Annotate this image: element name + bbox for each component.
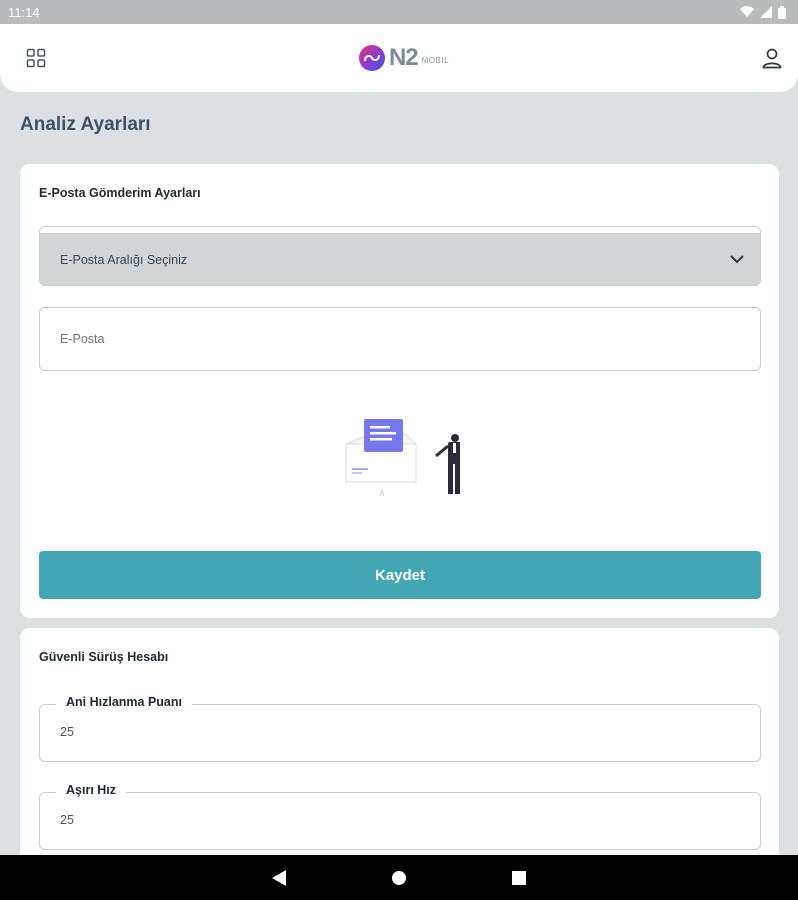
chevron-down-icon [730, 253, 744, 267]
safe-driving-title: Güvenli Sürüş Hesabı [39, 650, 169, 664]
navigation-bar [0, 855, 798, 900]
logo-subtext: MOBIL [421, 55, 450, 65]
sudden-acceleration-label: Ani Hızlanma Puanı [56, 695, 192, 709]
email-interval-select-wrapper: E-Posta Aralığı Seçiniz [39, 226, 761, 286]
sudden-acceleration-field[interactable]: Ani Hızlanma Puanı 25 [39, 695, 761, 762]
status-bar: 11:14 [0, 0, 798, 24]
email-input[interactable] [39, 307, 761, 371]
wifi-icon [740, 6, 754, 18]
safe-driving-card: Güvenli Sürüş Hesabı Ani Hızlanma Puanı … [20, 628, 779, 868]
home-icon[interactable] [389, 868, 409, 888]
email-interval-select[interactable]: E-Posta Aralığı Seçiniz [40, 233, 760, 285]
app-logo: N2 MOBIL [358, 44, 450, 72]
email-settings-title: E-Posta Gömderim Ayarları [39, 186, 201, 200]
overspeed-value: 25 [60, 813, 74, 827]
overspeed-field[interactable]: Aşırı Hız 25 [39, 783, 761, 850]
back-icon[interactable] [269, 868, 289, 888]
logo-mark-icon [358, 45, 385, 71]
save-button[interactable]: Kaydet [39, 551, 761, 599]
email-settings-card: E-Posta Gömderim Ayarları E-Posta Aralığ… [20, 164, 779, 618]
page-title: Analiz Ayarları [20, 114, 151, 135]
status-icons [740, 5, 786, 19]
apps-grid-icon[interactable] [24, 46, 48, 70]
email-interval-select-value: E-Posta Aralığı Seçiniz [60, 253, 188, 267]
app-header: N2 MOBIL [0, 24, 798, 92]
sudden-acceleration-value: 25 [60, 725, 74, 739]
user-icon[interactable] [760, 46, 784, 70]
battery-icon [778, 5, 786, 19]
status-time: 11:14 [8, 4, 40, 20]
email-illustration [344, 414, 461, 509]
signal-icon [760, 6, 772, 18]
recents-icon[interactable] [509, 868, 529, 888]
logo-text: N2 [388, 44, 419, 71]
overspeed-label: Aşırı Hız [56, 783, 127, 797]
